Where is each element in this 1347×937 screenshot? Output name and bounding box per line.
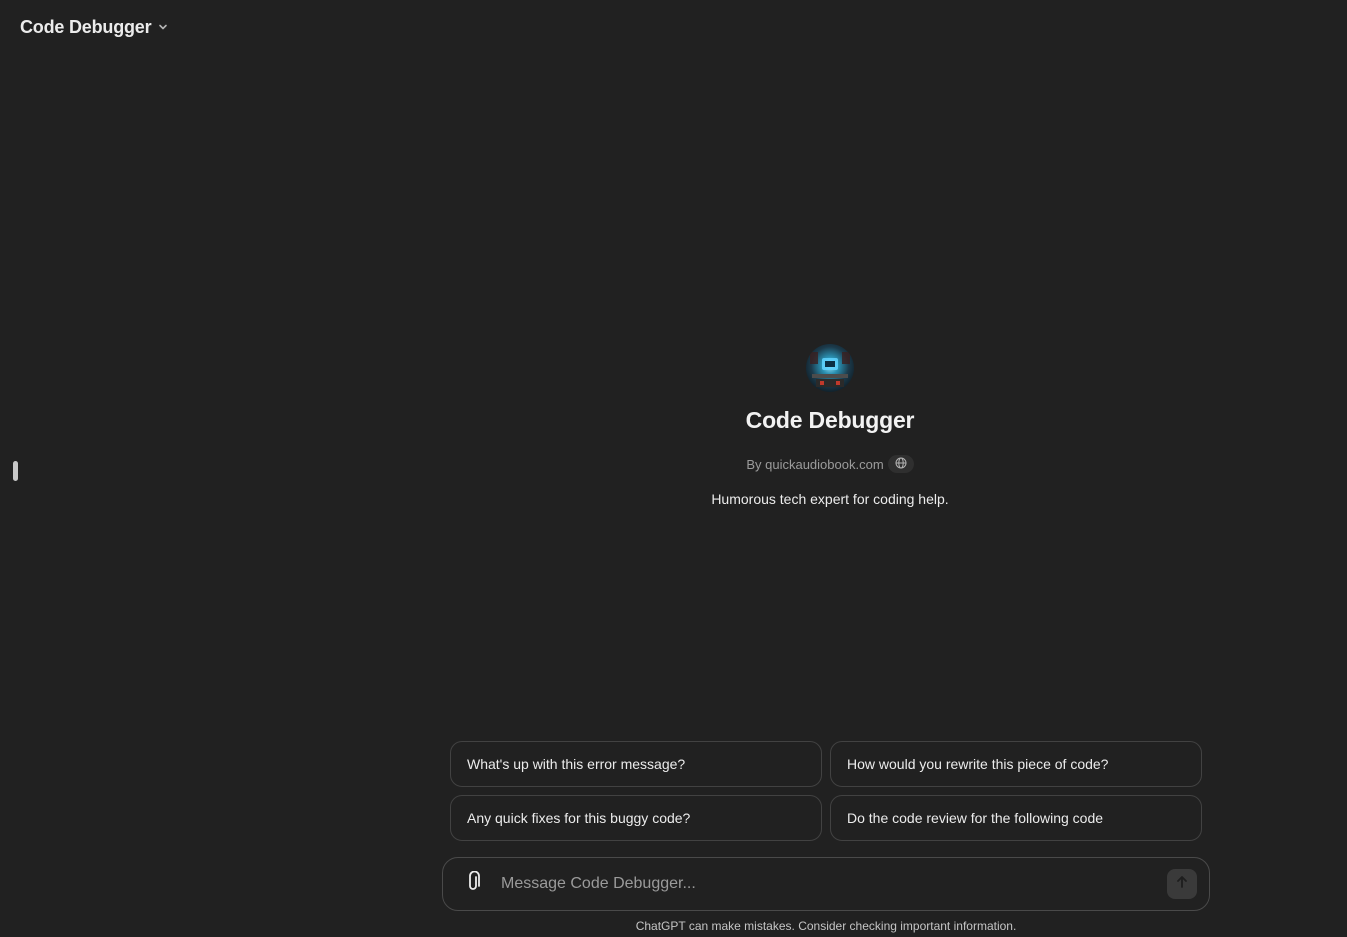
starter-button[interactable]: Any quick fixes for this buggy code? [450, 795, 822, 841]
gpt-description: Humorous tech expert for coding help. [711, 491, 949, 507]
globe-icon [895, 457, 907, 472]
gpt-author: By quickaudiobook.com [746, 456, 884, 472]
attach-file-button[interactable] [462, 870, 484, 898]
arrow-up-icon [1175, 875, 1189, 894]
paperclip-icon [465, 870, 481, 898]
send-button[interactable] [1167, 869, 1197, 899]
sidebar-toggle-handle[interactable] [13, 461, 18, 481]
conversation-starters: What's up with this error message? How w… [450, 741, 1202, 841]
disclaimer-text: ChatGPT can make mistakes. Consider chec… [635, 919, 1017, 933]
starter-button[interactable]: How would you rewrite this piece of code… [830, 741, 1202, 787]
gpt-intro: Code Debugger By quickaudiobook.com Humo… [630, 344, 1030, 507]
gpt-author-row: By quickaudiobook.com [746, 455, 914, 473]
gpt-name: Code Debugger [745, 407, 915, 433]
starter-button[interactable]: Do the code review for the following cod… [830, 795, 1202, 841]
model-selector-title: Code Debugger [20, 16, 152, 37]
model-selector-button[interactable]: Code Debugger [12, 12, 177, 42]
chat-page: Code Debugger Code Debugger By quickaudi… [0, 0, 1347, 937]
starter-button[interactable]: What's up with this error message? [450, 741, 822, 787]
author-website-link[interactable] [887, 455, 914, 473]
message-composer [442, 857, 1210, 911]
message-input[interactable] [499, 868, 1167, 900]
gpt-avatar [806, 344, 854, 392]
chevron-down-icon [157, 21, 169, 33]
